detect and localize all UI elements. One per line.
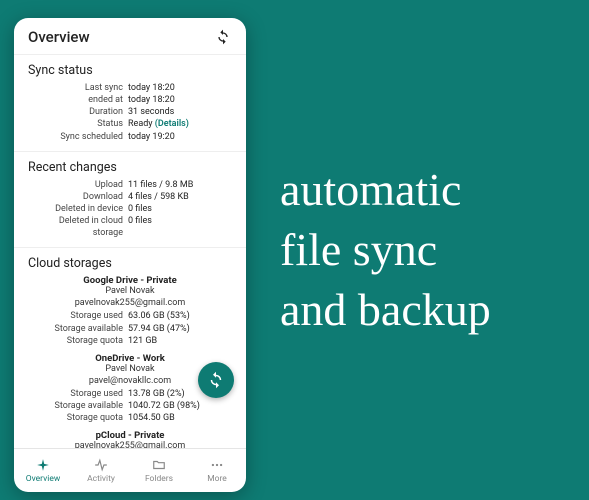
sync-icon bbox=[215, 29, 231, 45]
row-value: 0 files bbox=[128, 215, 232, 239]
status-row: Duration31 seconds bbox=[28, 106, 232, 118]
row-value: 31 seconds bbox=[128, 106, 232, 118]
row-label: Deleted in cloud storage bbox=[28, 215, 128, 239]
details-link[interactable]: (Details) bbox=[155, 119, 189, 129]
marketing-text: automatic file sync and backup bbox=[280, 160, 491, 339]
nav-label: Activity bbox=[87, 474, 115, 484]
row-value: Ready (Details) bbox=[128, 118, 232, 130]
nav-activity[interactable]: Activity bbox=[72, 449, 130, 492]
row-value: 57.94 GB (47%) bbox=[128, 323, 232, 335]
nav-label: Overview bbox=[26, 474, 60, 484]
row-label: Status bbox=[28, 118, 128, 130]
nav-label: Folders bbox=[145, 474, 173, 484]
storage-email: pavelnovak255@gmail.com bbox=[28, 441, 232, 448]
row-label: Duration bbox=[28, 106, 128, 118]
sync-icon bbox=[207, 371, 225, 389]
changes-row: Download4 files / 598 KB bbox=[28, 191, 232, 203]
storage-row: Storage quota1054.50 GB bbox=[28, 412, 232, 424]
row-value: today 19:20 bbox=[128, 131, 232, 143]
changes-row: Deleted in device0 files bbox=[28, 203, 232, 215]
status-row: Sync scheduledtoday 19:20 bbox=[28, 131, 232, 143]
status-row: Last synctoday 18:20 bbox=[28, 82, 232, 94]
nav-label: More bbox=[207, 474, 227, 484]
status-row: ended attoday 18:20 bbox=[28, 94, 232, 106]
row-label: Deleted in device bbox=[28, 203, 128, 215]
changes-row: Deleted in cloud storage0 files bbox=[28, 215, 232, 239]
changes-row: Upload11 files / 9.8 MB bbox=[28, 179, 232, 191]
row-label: Storage used bbox=[28, 388, 128, 400]
row-value: 4 files / 598 KB bbox=[128, 191, 232, 203]
section-heading: Sync status bbox=[28, 63, 232, 78]
more-icon bbox=[209, 457, 225, 473]
titlebar: Overview bbox=[14, 18, 246, 55]
row-value: today 18:20 bbox=[128, 94, 232, 106]
sync-status-section: Sync status Last synctoday 18:20 ended a… bbox=[14, 55, 246, 152]
marketing-line: automatic bbox=[280, 160, 491, 220]
content-scroll[interactable]: Sync status Last synctoday 18:20 ended a… bbox=[14, 55, 246, 448]
storage-block[interactable]: Google Drive - Private Pavel Novak pavel… bbox=[28, 275, 232, 346]
marketing-line: and backup bbox=[280, 280, 491, 340]
row-value: 11 files / 9.8 MB bbox=[128, 179, 232, 191]
marketing-line: file sync bbox=[280, 220, 491, 280]
sparkle-icon bbox=[35, 457, 51, 473]
row-label: Storage used bbox=[28, 310, 128, 322]
row-label: Storage quota bbox=[28, 335, 128, 347]
folders-icon bbox=[151, 457, 167, 473]
storage-name: pCloud - Private bbox=[28, 430, 232, 441]
row-label: Last sync bbox=[28, 82, 128, 94]
sync-button[interactable] bbox=[214, 28, 232, 46]
storage-row: Storage quota121 GB bbox=[28, 335, 232, 347]
fab-sync-button[interactable] bbox=[198, 362, 234, 398]
row-label: Download bbox=[28, 191, 128, 203]
nav-overview[interactable]: Overview bbox=[14, 449, 72, 492]
cloud-storages-section: Cloud storages Google Drive - Private Pa… bbox=[14, 248, 246, 448]
row-label: Storage available bbox=[28, 400, 128, 412]
row-value: 1040.72 GB (98%) bbox=[128, 400, 232, 412]
status-row: StatusReady (Details) bbox=[28, 118, 232, 130]
row-label: ended at bbox=[28, 94, 128, 106]
row-label: Sync scheduled bbox=[28, 131, 128, 143]
row-value: 121 GB bbox=[128, 335, 232, 347]
storage-name: OneDrive - Work bbox=[28, 353, 232, 364]
row-label: Storage quota bbox=[28, 412, 128, 424]
row-label: Upload bbox=[28, 179, 128, 191]
bottom-nav: Overview Activity Folders More bbox=[14, 448, 246, 492]
recent-changes-section: Recent changes Upload11 files / 9.8 MB D… bbox=[14, 152, 246, 249]
storage-name: Google Drive - Private bbox=[28, 275, 232, 286]
storage-row: Storage available57.94 GB (47%) bbox=[28, 323, 232, 335]
nav-folders[interactable]: Folders bbox=[130, 449, 188, 492]
page-title: Overview bbox=[28, 28, 90, 46]
storage-user: Pavel Novak bbox=[28, 286, 232, 296]
section-heading: Cloud storages bbox=[28, 256, 232, 271]
storage-email: pavelnovak255@gmail.com bbox=[28, 298, 232, 308]
phone-frame: Overview Sync status Last synctoday 18:2… bbox=[14, 18, 246, 492]
storage-row: Storage available1040.72 GB (98%) bbox=[28, 400, 232, 412]
row-value: 63.06 GB (53%) bbox=[128, 310, 232, 322]
row-label: Storage available bbox=[28, 323, 128, 335]
row-value: 0 files bbox=[128, 203, 232, 215]
storage-block[interactable]: pCloud - Private pavelnovak255@gmail.com… bbox=[28, 430, 232, 448]
nav-more[interactable]: More bbox=[188, 449, 246, 492]
row-value: today 18:20 bbox=[128, 82, 232, 94]
status-ready: Ready bbox=[128, 119, 153, 129]
storage-row: Storage used63.06 GB (53%) bbox=[28, 310, 232, 322]
activity-icon bbox=[93, 457, 109, 473]
row-value: 1054.50 GB bbox=[128, 412, 232, 424]
section-heading: Recent changes bbox=[28, 160, 232, 175]
